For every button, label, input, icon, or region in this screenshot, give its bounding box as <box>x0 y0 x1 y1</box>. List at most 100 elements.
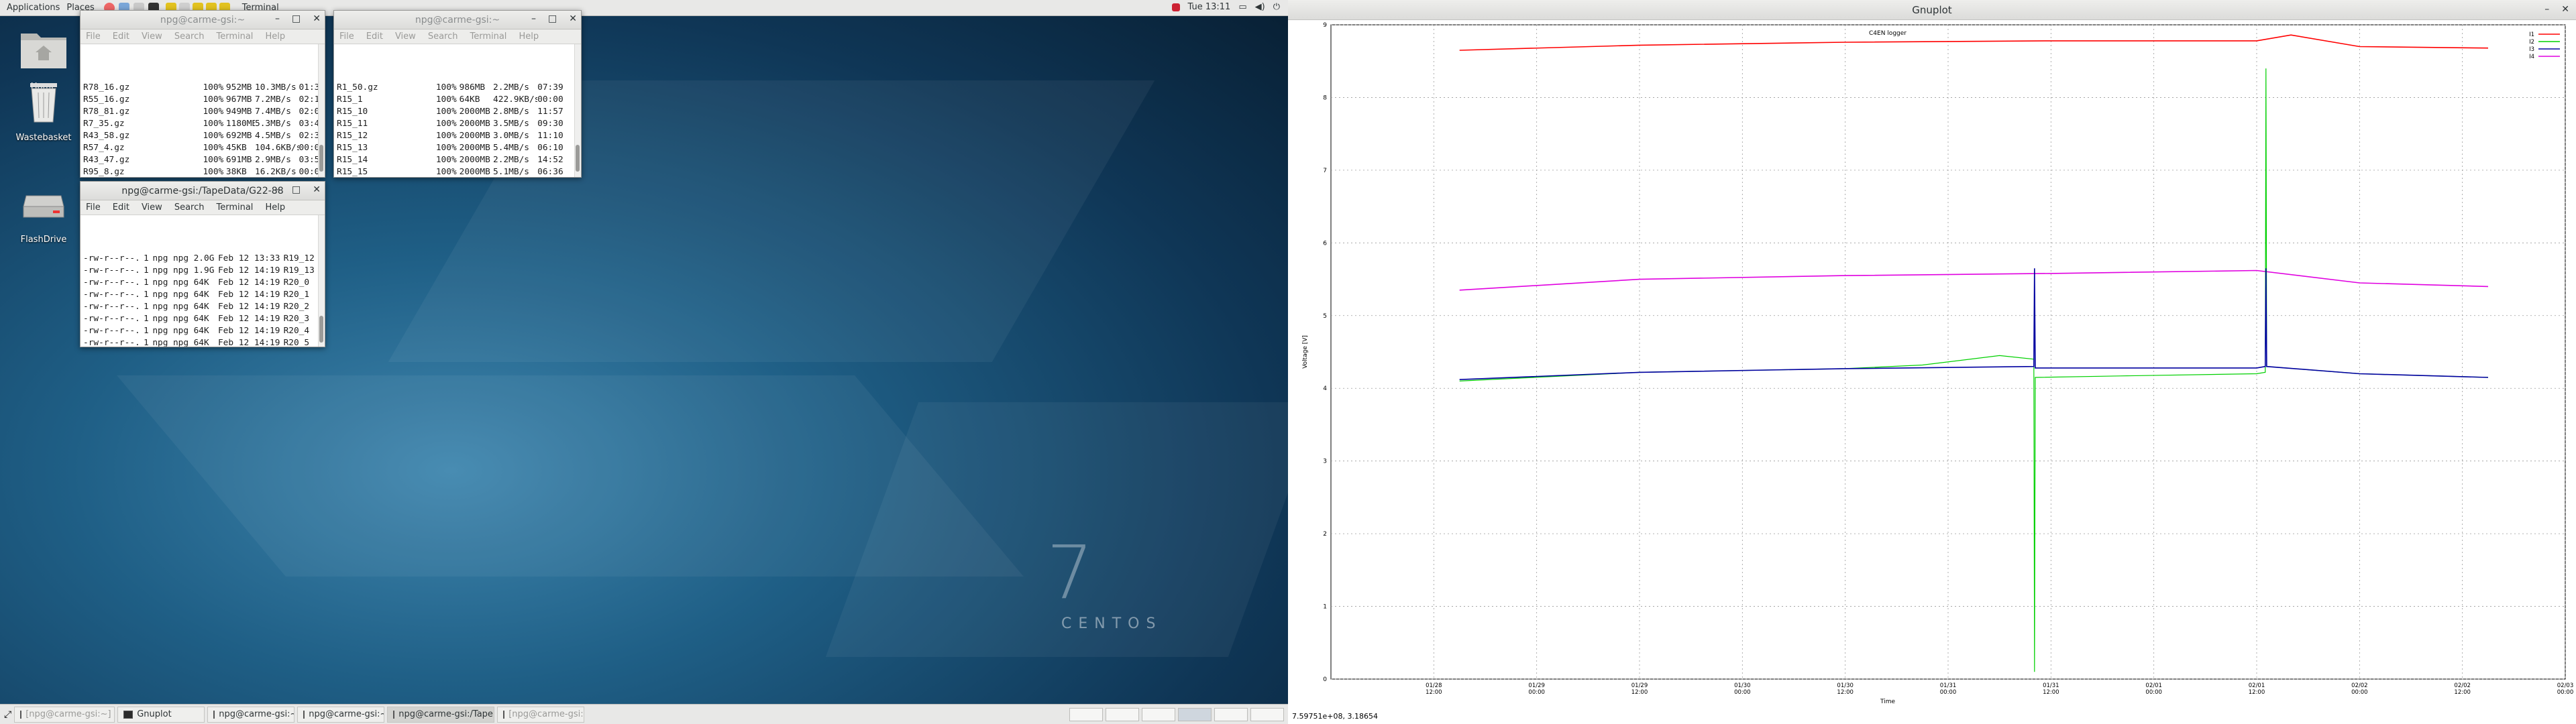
maximize-icon[interactable]: □ <box>292 13 301 24</box>
window-titlebar[interactable]: npg@carme-gsi:~ – □ ✕ <box>80 11 325 29</box>
file-listing-line: -rw-r--r--. 1 npg npg 1.9G Feb 12 14:19 R19_13 <box>83 265 315 276</box>
x-tick-label: 01/30 <box>1837 682 1854 689</box>
menu-search[interactable]: Search <box>174 32 205 42</box>
terminal-window-3[interactable]: npg@carme-gsi:/TapeData/G22-88 – □ ✕ Fil… <box>80 181 325 347</box>
centos-logo-word: CENTOS <box>1061 615 1163 632</box>
maximize-icon[interactable]: □ <box>548 13 557 24</box>
legend-label: I4 <box>2529 54 2534 60</box>
minimize-icon[interactable]: – <box>275 13 280 24</box>
show-desktop-icon[interactable]: ⤢ <box>4 709 11 720</box>
workspace-switcher <box>1067 707 1284 721</box>
taskbar-item[interactable]: Gnuplot <box>117 706 205 723</box>
x-tick-label: 12:00 <box>2249 689 2265 696</box>
window-titlebar[interactable]: Gnuplot – ✕ <box>1288 0 2576 20</box>
menu-help[interactable]: Help <box>265 202 285 213</box>
close-icon[interactable]: ✕ <box>2561 4 2569 15</box>
menu-file[interactable]: File <box>339 32 354 42</box>
transfer-line: R43_58.gz100%692MB4.5MB/s02:33 <box>83 130 322 141</box>
legend-label: I1 <box>2529 32 2534 38</box>
window-title: npg@carme-gsi:/TapeData/G22-88 <box>121 185 284 196</box>
file-listing-line: -rw-r--r--. 1 npg npg 64K Feb 12 14:19 R20_5 <box>83 337 310 347</box>
workspace-5[interactable] <box>1214 707 1248 721</box>
window-titlebar[interactable]: npg@carme-gsi:~ – □ ✕ <box>334 11 581 29</box>
terminal-window-1[interactable]: npg@carme-gsi:~ – □ ✕ File Edit View Sea… <box>80 10 325 178</box>
x-tick-label: 00:00 <box>2351 689 2368 696</box>
scrollbar[interactable] <box>574 44 581 177</box>
workspace-6[interactable] <box>1250 707 1284 721</box>
close-icon[interactable]: ✕ <box>569 13 577 24</box>
close-icon[interactable]: ✕ <box>313 13 321 24</box>
menu-edit[interactable]: Edit <box>113 32 129 42</box>
taskbar-item-label: [npg@carme-gsi:~] <box>508 709 584 719</box>
close-icon[interactable]: ✕ <box>313 184 321 195</box>
taskbar-item[interactable]: npg@carme-gsi:~ <box>207 706 295 723</box>
window-titlebar[interactable]: npg@carme-gsi:/TapeData/G22-88 – □ ✕ <box>80 182 325 200</box>
workspace-4[interactable] <box>1178 707 1212 721</box>
maximize-icon[interactable]: □ <box>292 184 301 195</box>
workspace-1[interactable] <box>1069 707 1103 721</box>
applications-menu[interactable]: Applications <box>7 3 60 13</box>
menu-terminal[interactable]: Terminal <box>470 32 506 42</box>
taskbar-item[interactable]: [npg@carme-gsi:~] <box>497 706 585 723</box>
plot-canvas[interactable]: 012345678901/2812:0001/2900:0001/2912:00… <box>1288 20 2576 711</box>
x-tick-label: 00:00 <box>1940 689 1957 696</box>
y-tick-label: 5 <box>1323 313 1327 320</box>
minimize-icon[interactable]: – <box>275 184 280 195</box>
taskbar-item-label: npg@carme-gsi:/TapeData/G22-88 <box>398 709 494 719</box>
menu-help[interactable]: Help <box>519 32 539 42</box>
wastebasket-desktop-icon[interactable]: Wastebasket <box>7 74 80 143</box>
file-listing-line: -rw-r--r--. 1 npg npg 64K Feb 12 14:19 R20_1 <box>83 289 310 300</box>
x-tick-label: 00:00 <box>1734 689 1751 696</box>
taskbar-item[interactable]: npg@carme-gsi:/TapeData/G22-88 <box>387 706 495 723</box>
menu-edit[interactable]: Edit <box>113 202 129 213</box>
x-tick-label: 02/02 <box>2454 682 2471 689</box>
terminal-output[interactable]: R1_50.gz 100% 986MB 2.2MB/s 07:39 R15_1 100% 64… <box>334 44 581 177</box>
menu-edit[interactable]: Edit <box>366 32 383 42</box>
file-listing-line: -rw-r--r--. 1 npg npg 64K Feb 12 14:19 R20_2 <box>83 301 310 312</box>
minimize-icon[interactable]: – <box>2544 4 2549 15</box>
display-icon[interactable]: ▭ <box>1238 2 1246 12</box>
terminal-output[interactable]: R78_16.gz100%952MB10.3MB/s01:32R55_16.gz… <box>80 44 325 177</box>
workspace-3[interactable] <box>1142 707 1175 721</box>
volume-icon[interactable]: ◀) <box>1255 2 1265 12</box>
menu-file[interactable]: File <box>86 32 101 42</box>
menu-terminal[interactable]: Terminal <box>216 32 253 42</box>
flashdrive-desktop-icon[interactable]: FlashDrive <box>7 176 80 245</box>
terminal-output[interactable]: -rw-r--r--. 1 npg npg 2.0G Feb 12 13:33 R19_12… <box>80 215 325 347</box>
menu-file[interactable]: File <box>86 202 101 213</box>
minimize-icon[interactable]: – <box>531 13 536 24</box>
taskbar-item[interactable]: [npg@carme-gsi:~] <box>14 706 115 723</box>
scrollbar[interactable] <box>318 44 325 177</box>
menu-view[interactable]: View <box>142 202 162 213</box>
notification-icon[interactable] <box>1171 3 1180 11</box>
terminal-icon <box>503 710 505 719</box>
taskbar-item[interactable]: npg@carme-gsi:~ <box>297 706 385 723</box>
legend-label: I3 <box>2529 46 2534 53</box>
menu-help[interactable]: Help <box>265 32 285 42</box>
transfer-line: R57_4.gz100%45KB104.6KB/s00:00 <box>83 142 322 153</box>
series-line-I3 <box>1459 268 2489 380</box>
scrollbar[interactable] <box>318 215 325 347</box>
terminal-window-2[interactable]: npg@carme-gsi:~ – □ ✕ File Edit View Sea… <box>333 10 582 178</box>
workspace-2[interactable] <box>1106 707 1139 721</box>
desktop: Applications Places Terminal Tue 13:11 ▭… <box>0 0 1288 724</box>
bottom-taskbar: ⤢ [npg@carme-gsi:~] Gnuplot npg@carme-gsi:… <box>0 704 1288 724</box>
transfer-line: R15_15 100% 2000MB 5.1MB/s 06:36 <box>337 166 564 177</box>
menu-search[interactable]: Search <box>428 32 458 42</box>
y-tick-label: 4 <box>1323 385 1327 392</box>
x-tick-label: 12:00 <box>1426 689 1442 696</box>
menu-terminal[interactable]: Terminal <box>216 202 253 213</box>
terminal-icon <box>213 710 215 719</box>
window-title: npg@carme-gsi:~ <box>415 14 500 25</box>
file-listing-line: -rw-r--r--. 1 npg npg 64K Feb 12 14:19 R20_0 <box>83 277 310 288</box>
taskbar-item-label: [npg@carme-gsi:~] <box>25 709 111 719</box>
menu-search[interactable]: Search <box>174 202 205 213</box>
menu-view[interactable]: View <box>395 32 416 42</box>
clock[interactable]: Tue 13:11 <box>1188 2 1231 12</box>
gnuplot-window[interactable]: Gnuplot – ✕ 0 1 2 3 4 5 6 7 8 9 01/28 12:00 01/29 00:… <box>1288 0 2576 724</box>
x-tick-label: 12:00 <box>1631 689 1648 696</box>
menu-view[interactable]: View <box>142 32 162 42</box>
x-tick-label: 12:00 <box>1837 689 1854 696</box>
power-icon[interactable]: ⏻ <box>1273 2 1280 12</box>
file-listing-line: -rw-r--r--. 1 npg npg 64K Feb 12 14:19 R20_3 <box>83 313 310 324</box>
